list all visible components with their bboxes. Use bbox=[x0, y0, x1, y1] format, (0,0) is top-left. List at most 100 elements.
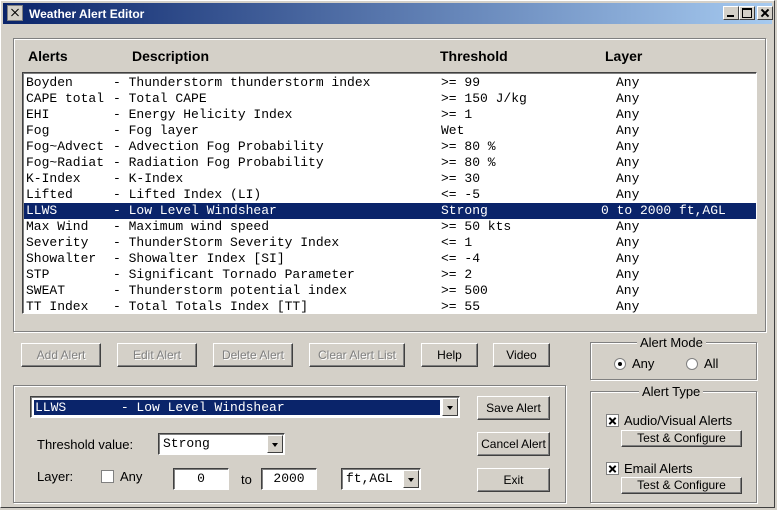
alert-name: Fog~Advect bbox=[26, 139, 105, 154]
alert-select-dropdown[interactable]: LLWS - Low Level Windshear bbox=[30, 396, 460, 418]
alert-row[interactable]: Showalter - Showalter Index [SI] <= -4 Any bbox=[24, 251, 756, 267]
alert-row[interactable]: EHI - Energy Helicity Index >= 1 Any bbox=[24, 107, 756, 123]
add-alert-button[interactable]: Add Alert bbox=[21, 343, 101, 367]
alert-row[interactable]: SWEAT - Thunderstorm potential index >= 50… bbox=[24, 283, 756, 299]
alert-row[interactable]: Lifted - Lifted Index (LI) <= -5 Any bbox=[24, 187, 756, 203]
alert-name: K-Index bbox=[26, 171, 81, 186]
alert-name: EHI bbox=[26, 107, 50, 122]
alert-row[interactable]: Fog - Fog layer Wet Any bbox=[24, 123, 756, 139]
alert-description: - Radiation Fog Probability bbox=[113, 155, 324, 170]
alert-layer: Any bbox=[616, 299, 640, 314]
alert-row[interactable]: K-Index - K-Index >= 30 Any bbox=[24, 171, 756, 187]
clear-alert-list-button[interactable]: Clear Alert List bbox=[309, 343, 405, 367]
close-icon[interactable] bbox=[757, 6, 773, 20]
alert-description: - Fog layer bbox=[113, 123, 199, 138]
layer-label: Layer: bbox=[37, 469, 74, 484]
alert-layer: Any bbox=[616, 219, 640, 234]
alert-threshold: >= 500 bbox=[441, 283, 488, 298]
alert-mode-any-radio[interactable] bbox=[614, 358, 626, 370]
alert-layer: 0 to 2000 ft,AGL bbox=[601, 203, 726, 218]
alert-row[interactable]: Fog~Radiat - Radiation Fog Probability >= … bbox=[24, 155, 756, 171]
alert-name: LLWS bbox=[26, 203, 58, 218]
weather-alert-editor-window: Weather Alert Editor Alerts Description … bbox=[0, 0, 775, 508]
alert-name: CAPE total bbox=[26, 91, 105, 106]
alert-description: - Maximum wind speed bbox=[113, 219, 270, 234]
alert-description: - Thunderstorm potential index bbox=[113, 283, 348, 298]
audio-visual-test-configure-button[interactable]: Test & Configure bbox=[621, 430, 742, 447]
column-header-description: Description bbox=[132, 48, 210, 64]
alert-threshold: >= 30 bbox=[441, 171, 481, 186]
alert-description: - Energy Helicity Index bbox=[113, 107, 293, 122]
alert-name: Boyden bbox=[26, 75, 73, 90]
alert-description: - Total CAPE bbox=[113, 91, 207, 106]
column-header-layer: Layer bbox=[605, 48, 643, 64]
layer-unit-dropdown[interactable]: ft,AGL bbox=[341, 468, 421, 490]
alert-name: Lifted bbox=[26, 187, 73, 202]
video-button[interactable]: Video bbox=[493, 343, 550, 367]
cancel-alert-button[interactable]: Cancel Alert bbox=[477, 432, 550, 456]
alert-layer: Any bbox=[616, 251, 640, 266]
help-button[interactable]: Help bbox=[421, 343, 478, 367]
alert-mode-legend: Alert Mode bbox=[637, 335, 706, 350]
alert-description: - Lifted Index (LI) bbox=[113, 187, 262, 202]
alert-layer: Any bbox=[616, 123, 640, 138]
alert-layer: Any bbox=[616, 75, 640, 90]
email-test-configure-button[interactable]: Test & Configure bbox=[621, 477, 742, 494]
exit-button[interactable]: Exit bbox=[477, 468, 550, 492]
alert-mode-all-radio[interactable] bbox=[686, 358, 698, 370]
alert-threshold: Strong bbox=[441, 203, 488, 218]
threshold-dropdown[interactable]: Strong bbox=[158, 433, 285, 455]
layer-any-label: Any bbox=[120, 469, 143, 484]
alert-list[interactable]: Boyden - Thunderstorm thunderstorm index >… bbox=[22, 72, 757, 314]
layer-from-input[interactable]: 0 bbox=[173, 468, 229, 490]
chevron-down-icon[interactable] bbox=[267, 435, 283, 453]
edit-alert-button[interactable]: Edit Alert bbox=[117, 343, 197, 367]
alert-threshold: >= 80 % bbox=[441, 155, 496, 170]
delete-alert-button[interactable]: Delete Alert bbox=[213, 343, 293, 367]
alert-layer: Any bbox=[616, 267, 640, 282]
minimize-icon[interactable] bbox=[723, 6, 739, 20]
alert-threshold: >= 99 bbox=[441, 75, 481, 90]
email-checkbox[interactable] bbox=[606, 462, 619, 475]
window-title: Weather Alert Editor bbox=[29, 7, 145, 21]
alert-name: SWEAT bbox=[26, 283, 66, 298]
save-alert-button[interactable]: Save Alert bbox=[477, 396, 550, 420]
email-label: Email Alerts bbox=[624, 461, 693, 476]
alert-name: TT Index bbox=[26, 299, 89, 314]
alert-layer: Any bbox=[616, 187, 640, 202]
layer-any-checkbox[interactable] bbox=[101, 470, 114, 483]
layer-from-value: 0 bbox=[197, 471, 205, 486]
chevron-down-icon[interactable] bbox=[403, 470, 419, 488]
alert-row[interactable]: TT Index - Total Totals Index [TT] >= 55 An… bbox=[24, 299, 756, 314]
audio-visual-checkbox[interactable] bbox=[606, 414, 619, 427]
title-bar[interactable]: Weather Alert Editor bbox=[3, 3, 773, 24]
threshold-value: Strong bbox=[163, 436, 210, 451]
layer-to-value: 2000 bbox=[273, 471, 305, 486]
alert-description: - Thunderstorm thunderstorm index bbox=[113, 75, 371, 90]
alert-description: - Advection Fog Probability bbox=[113, 139, 324, 154]
maximize-icon[interactable] bbox=[739, 6, 755, 20]
alert-row[interactable]: Max Wind - Maximum wind speed >= 50 kts Any bbox=[24, 219, 756, 235]
alert-row[interactable]: Severity - ThunderStorm Severity Index <= … bbox=[24, 235, 756, 251]
app-icon[interactable] bbox=[7, 5, 23, 21]
chevron-down-icon[interactable] bbox=[442, 398, 458, 416]
alert-row[interactable]: CAPE total - Total CAPE >= 150 J/kg Any bbox=[24, 91, 756, 107]
alert-select-highlight: LLWS - Low Level Windshear bbox=[34, 400, 440, 415]
alert-row[interactable]: STP - Significant Tornado Parameter >= 2 An… bbox=[24, 267, 756, 283]
alert-threshold: >= 1 bbox=[441, 107, 473, 122]
alert-threshold: >= 150 J/kg bbox=[441, 91, 527, 106]
alert-threshold: Wet bbox=[441, 123, 465, 138]
alert-row[interactable]: Fog~Advect - Advection Fog Probability >= … bbox=[24, 139, 756, 155]
alert-select-value: LLWS - Low Level Windshear bbox=[35, 400, 285, 415]
column-header-threshold: Threshold bbox=[440, 48, 508, 64]
alert-name: Fog~Radiat bbox=[26, 155, 105, 170]
alert-threshold: >= 2 bbox=[441, 267, 473, 282]
alert-threshold: <= -4 bbox=[441, 251, 481, 266]
alert-layer: Any bbox=[616, 155, 640, 170]
alert-row[interactable]: LLWS - Low Level Windshear Strong 0 to 2000… bbox=[24, 203, 756, 219]
alert-row[interactable]: Boyden - Thunderstorm thunderstorm index >… bbox=[24, 75, 756, 91]
alert-layer: Any bbox=[616, 283, 640, 298]
alert-description: - Showalter Index [SI] bbox=[113, 251, 285, 266]
alert-mode-all-label: All bbox=[704, 356, 719, 371]
layer-to-input[interactable]: 2000 bbox=[261, 468, 317, 490]
